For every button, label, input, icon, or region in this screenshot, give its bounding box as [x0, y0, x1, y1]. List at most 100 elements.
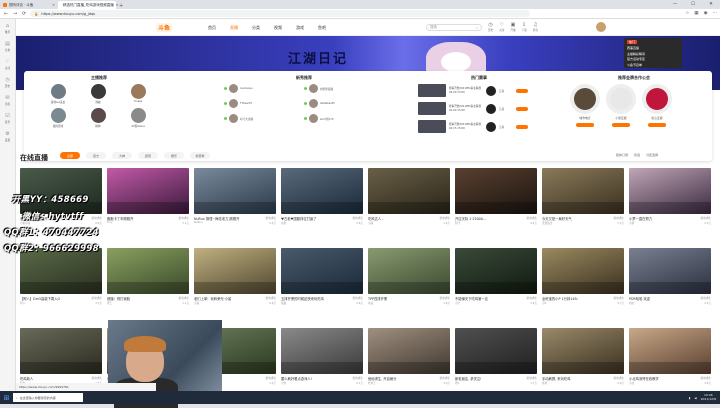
- streamer-name[interactable]: 小北: [629, 381, 634, 385]
- streamer-name[interactable]: 小梦: [629, 221, 634, 225]
- refresh-icon[interactable]: ⟳: [21, 11, 27, 17]
- close-icon[interactable]: ✕: [52, 3, 55, 7]
- download-button[interactable]: ⇩ 下载: [522, 22, 527, 32]
- collections-icon[interactable]: ▦: [694, 11, 698, 16]
- streamer-name[interactable]: 老K: [455, 381, 459, 385]
- browser-tab-1[interactable]: 精选热门直播_吃鸡游戏视频直播 ✕: [58, 1, 119, 9]
- new-anchor-item[interactable]: 刘老师直播: [304, 84, 384, 93]
- anchor-item[interactable]: 蛋咪Aui美女: [38, 84, 78, 104]
- live-card[interactable]: 【阿八】Dm5高能下周入G 绝地求生 阿八 3.3万: [20, 248, 102, 320]
- live-thumbnail[interactable]: [281, 168, 363, 214]
- filter-fun[interactable]: 娱乐: [164, 152, 184, 159]
- live-thumbnail[interactable]: [629, 328, 711, 374]
- live-thumbnail[interactable]: [542, 328, 624, 374]
- streamer-name[interactable]: Tiny: [107, 221, 112, 225]
- live-card[interactable]: 不能懂天下吃鸡第一嘉 绝地求生 小宁 3.9万: [455, 248, 537, 320]
- search-input[interactable]: 搜索 ⌕: [426, 24, 482, 31]
- new-anchor-item[interactable]: luoxiaoqu: [224, 84, 304, 93]
- streamer-name[interactable]: 星星: [542, 381, 547, 385]
- nav-category[interactable]: 分类: [252, 25, 260, 31]
- nav-fishbar[interactable]: 鱼吧: [318, 25, 326, 31]
- live-card[interactable]: 全栋宝的小P 1分钟14Sr 绝地求生 小P 4.7万: [542, 248, 624, 320]
- streamer-name[interactable]: 小超: [368, 221, 373, 225]
- reserve-button[interactable]: [516, 124, 528, 129]
- streamer-name[interactable]: 天使队长: [542, 221, 552, 225]
- live-thumbnail[interactable]: [368, 248, 450, 294]
- popup-line[interactable]: 斗鱼节目单: [627, 63, 679, 67]
- anchor-item[interactable]: 柳神: [78, 108, 118, 128]
- taskbar-search[interactable]: ⌕ 在这里输入你要搜索的内容: [13, 393, 83, 402]
- minimize-icon[interactable]: —: [666, 0, 684, 9]
- live-thumbnail[interactable]: [455, 328, 537, 374]
- live-category[interactable]: 绝地求生: [701, 216, 711, 220]
- live-category[interactable]: 绝地求生: [440, 296, 450, 300]
- live-category[interactable]: 绝地求生: [353, 296, 363, 300]
- site-logo[interactable]: 斗鱼: [156, 23, 173, 32]
- new-anchor-item[interactable]: bur5团170: [304, 114, 384, 123]
- streamer-name[interactable]: 冰凌: [368, 301, 373, 305]
- nav-home[interactable]: 首页: [208, 25, 216, 31]
- streamer-name[interactable]: 小宁: [455, 301, 460, 305]
- live-card[interactable]: 小北鸡汤哥在线教学 绝地求生 小北 3.6万: [629, 328, 711, 391]
- live-card[interactable]: 开往天际 1·25000… 绝地求生 阿飞 4.4万: [455, 168, 537, 240]
- menu-icon[interactable]: ⋯: [713, 11, 718, 16]
- streamer-name[interactable]: 老王: [107, 301, 112, 305]
- popup-line[interactable]: 赛事直播: [627, 46, 679, 50]
- live-card[interactable]: 五排开黑的时候赶快来玩吃鸡 绝地求生 夜猫 2.6万: [281, 248, 363, 320]
- live-card[interactable]: 要么刷好看点游戏人! 绝地求生 小雪 2.1万: [281, 328, 363, 391]
- sidebar-item-3[interactable]: ◷ 历史: [0, 73, 15, 91]
- zone-tool[interactable]: 分区选择: [646, 153, 658, 157]
- live-category[interactable]: 绝地求生: [266, 296, 276, 300]
- windows-start-icon[interactable]: ⊞: [0, 391, 13, 404]
- live-card[interactable]: PDR哈哈 欢迎 绝地求生 哈哈 2.4万: [629, 248, 711, 320]
- match-item[interactable]: 赛事开始2021PEL职业联赛 02:00 15:00 江南: [414, 84, 544, 97]
- match-item[interactable]: 赛事开始2021PEL职业联赛 02:15 15:00 江南: [414, 120, 544, 133]
- forward-icon[interactable]: →: [12, 11, 18, 17]
- browser-tab-0[interactable]: 视听评论 · 斗鱼 ✕: [0, 1, 58, 9]
- guild-join-button[interactable]: [576, 123, 594, 127]
- back-icon[interactable]: ←: [3, 11, 9, 17]
- nav-live[interactable]: 直播: [230, 25, 238, 31]
- live-category[interactable]: 绝地求生: [92, 216, 102, 220]
- live-card[interactable]: 今天又是一局好天气 绝地求生 天使队长 7.1万: [542, 168, 624, 240]
- live-thumbnail[interactable]: [629, 248, 711, 294]
- live-card[interactable]: NuRun 搞怪~梅花老刀,刚刚开 绝地求生 NuRun 5.5万: [194, 168, 276, 240]
- sidebar-item-2[interactable]: ♡ 关注: [0, 55, 15, 73]
- live-category[interactable]: 绝地求生: [614, 216, 624, 220]
- live-category[interactable]: 绝地求生: [179, 296, 189, 300]
- live-card[interactable]: 跑跑卡丁车刚刚开 绝地求生 Tiny 3.2万: [107, 168, 189, 240]
- guild-item[interactable]: 核心互娱: [642, 84, 672, 127]
- live-category[interactable]: 绝地求生: [527, 296, 537, 300]
- filter-looks[interactable]: 颜值: [138, 152, 158, 159]
- new-anchor-item[interactable]: TTbear07: [224, 99, 304, 108]
- reserve-button[interactable]: [516, 88, 528, 93]
- live-thumbnail[interactable]: [368, 328, 450, 374]
- profile-icon[interactable]: ◉: [704, 11, 708, 16]
- sidebar-item-1[interactable]: ▤ 分类: [0, 37, 15, 55]
- live-thumbnail[interactable]: [20, 248, 102, 294]
- live-card[interactable]: 小梦一直在努力 绝地求生 小梦 2.2万: [629, 168, 711, 240]
- live-thumbnail[interactable]: [455, 168, 537, 214]
- live-card[interactable]: 吃鸡达人 - 绝地求生 小超 1.9万: [368, 168, 450, 240]
- live-category[interactable]: 绝地求生: [701, 376, 711, 380]
- live-category[interactable]: 绝地求生: [353, 216, 363, 220]
- volume-icon[interactable]: ◀: [694, 396, 696, 400]
- live-card[interactable]: 首播！别打我脸 绝地求生 老王 1.1万: [107, 248, 189, 320]
- guild-join-button[interactable]: [612, 123, 630, 127]
- url-field[interactable]: 🔒 https://www.douyu.com/g_jdqs: [30, 10, 530, 17]
- live-thumbnail[interactable]: [281, 248, 363, 294]
- live-thumbnail[interactable]: [368, 168, 450, 214]
- new-anchor-item[interactable]: 叮叮大主播: [224, 114, 304, 123]
- live-card[interactable]: 新老朋友, 求关注! 绝地求生 老K 1.7万: [455, 328, 537, 391]
- guild-item[interactable]: 小象互娱: [606, 84, 636, 127]
- live-category[interactable]: 绝地求生: [614, 296, 624, 300]
- anchor-item[interactable]: 47级Game: [118, 108, 158, 128]
- streamer-name[interactable]: 小鲨: [194, 301, 199, 305]
- streamer-name[interactable]: 小P: [542, 301, 546, 305]
- streamer-name[interactable]: 哈哈: [629, 301, 634, 305]
- live-category[interactable]: 绝地求生: [440, 376, 450, 380]
- live-thumbnail[interactable]: [542, 248, 624, 294]
- new-anchor-item[interactable]: lalafabaoEt: [304, 99, 384, 108]
- sidebar-item-0[interactable]: ⌂ 推荐: [0, 19, 15, 37]
- live-category[interactable]: 绝地求生: [527, 376, 537, 380]
